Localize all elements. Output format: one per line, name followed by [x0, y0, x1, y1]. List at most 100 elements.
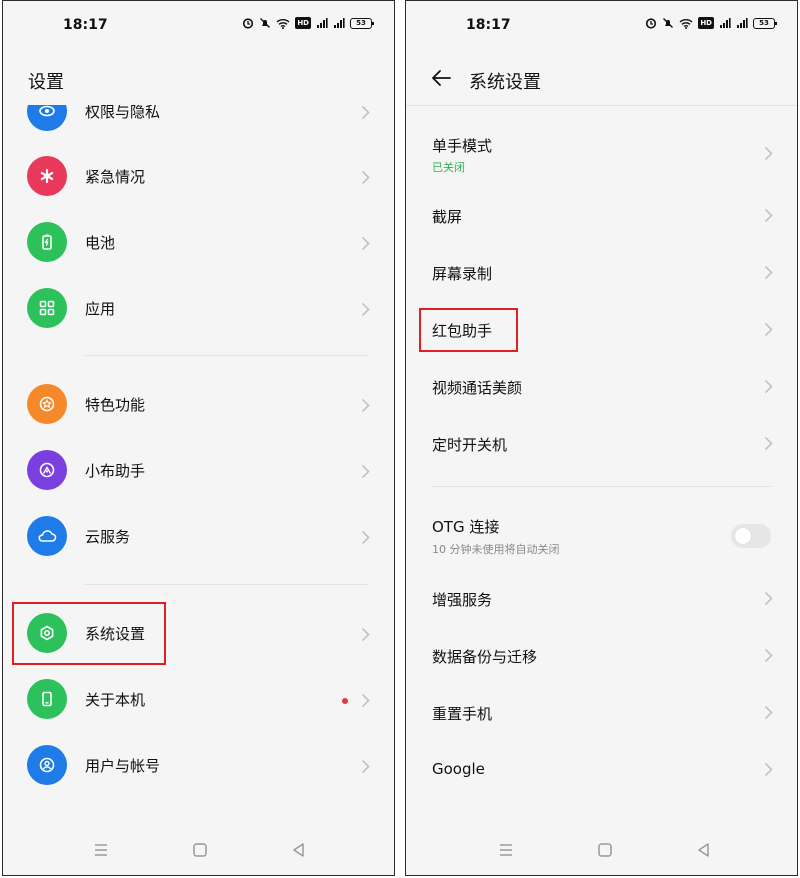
- list-item-cloud[interactable]: 云服务: [3, 504, 394, 570]
- chevron-right-icon: [361, 759, 370, 774]
- status-icons: HD 53: [242, 17, 374, 29]
- page-title: 设置: [28, 72, 64, 93]
- alarm-icon: [645, 17, 657, 29]
- list-item-label: 电池: [85, 234, 116, 252]
- list-item-assistant[interactable]: 小布助手: [3, 438, 394, 504]
- list-item-label: 重置手机: [432, 705, 493, 723]
- chevron-right-icon: [764, 762, 773, 777]
- chevron-right-icon: [764, 648, 773, 663]
- battery-indicator: 53: [350, 17, 374, 29]
- signal-5g-icon: [316, 17, 328, 29]
- status-text: 10 分钟未使用将自动关闭: [432, 543, 560, 556]
- list-item-one-hand-mode[interactable]: 单手模式 已关闭: [406, 125, 797, 183]
- battery-indicator: 53: [753, 17, 777, 29]
- chevron-right-icon: [764, 208, 773, 223]
- list-item-label: 云服务: [85, 528, 131, 546]
- apps-icon: [27, 288, 67, 328]
- status-time: 18:17: [466, 17, 511, 33]
- list-item-scheduled-power[interactable]: 定时开关机: [406, 415, 797, 472]
- cloud-icon: [27, 516, 67, 556]
- status-time: 18:17: [63, 17, 108, 33]
- chevron-right-icon: [361, 693, 370, 708]
- otg-toggle[interactable]: [731, 524, 771, 548]
- navigation-bar: [406, 841, 797, 861]
- list-item-battery[interactable]: 电池: [3, 210, 394, 276]
- list-item-label: 关于本机: [85, 691, 146, 709]
- chevron-right-icon: [764, 146, 773, 161]
- highlight-box: [12, 602, 166, 665]
- list-item-screenshot[interactable]: 截屏: [406, 187, 797, 244]
- list-item-emergency[interactable]: 紧急情况: [3, 144, 394, 210]
- signal-5g-icon: [719, 17, 731, 29]
- chevron-right-icon: [361, 464, 370, 479]
- back-icon[interactable]: [290, 841, 308, 859]
- list-item-label: 权限与隐私: [85, 103, 161, 121]
- alarm-icon: [242, 17, 254, 29]
- section-divider: [85, 584, 368, 585]
- toggle-knob: [735, 528, 751, 544]
- list-item-label: 特色功能: [85, 396, 146, 414]
- signal-4g-icon: [736, 17, 748, 29]
- section-divider: [432, 486, 771, 487]
- phone-icon: [27, 679, 67, 719]
- list-item-label: Google: [432, 760, 485, 778]
- list-item-otg[interactable]: OTG 连接 10 分钟未使用将自动关闭: [406, 504, 797, 566]
- status-bar: 18:17 HD 53: [3, 1, 394, 51]
- wifi-icon: [276, 18, 290, 29]
- system-settings-screen: 18:17 HD 53 系统设置 单手模式 已关闭 截屏 屏幕录制 红包助手 视…: [405, 0, 798, 876]
- list-item-label: 小布助手: [85, 462, 146, 480]
- chevron-right-icon: [764, 379, 773, 394]
- status-text: 已关闭: [432, 161, 465, 174]
- star-icon: [27, 384, 67, 424]
- back-arrow-icon[interactable]: [430, 68, 452, 88]
- sos-icon: [27, 156, 67, 196]
- home-icon[interactable]: [596, 841, 614, 859]
- header-divider: [406, 105, 797, 106]
- chevron-right-icon: [764, 591, 773, 606]
- privacy-icon: [27, 105, 67, 131]
- list-item-apps[interactable]: 应用: [3, 276, 394, 342]
- wifi-icon: [679, 18, 693, 29]
- list-item-label: OTG 连接: [432, 518, 500, 536]
- section-divider: [85, 355, 368, 356]
- list-item-screen-record[interactable]: 屏幕录制: [406, 244, 797, 301]
- hd-badge: HD: [295, 17, 311, 29]
- menu-icon[interactable]: [497, 841, 515, 859]
- list-item-label: 屏幕录制: [432, 265, 493, 283]
- list-item-features[interactable]: 特色功能: [3, 372, 394, 438]
- home-icon[interactable]: [191, 841, 209, 859]
- list-item-accounts[interactable]: 用户与帐号: [3, 733, 394, 799]
- list-item-google[interactable]: Google: [406, 741, 797, 798]
- chevron-right-icon: [764, 436, 773, 451]
- chevron-right-icon: [361, 302, 370, 317]
- notification-dot: [342, 698, 348, 704]
- chevron-right-icon: [361, 627, 370, 642]
- back-icon[interactable]: [695, 841, 713, 859]
- menu-icon[interactable]: [92, 841, 110, 859]
- navigation-bar: [3, 841, 394, 861]
- chevron-right-icon: [764, 705, 773, 720]
- list-item-label: 视频通话美颜: [432, 379, 523, 397]
- chevron-right-icon: [764, 322, 773, 337]
- battery-icon: [27, 222, 67, 262]
- signal-4g-icon: [333, 17, 345, 29]
- list-item-label: 紧急情况: [85, 168, 146, 186]
- list-item-enhanced-services[interactable]: 增强服务: [406, 570, 797, 627]
- list-item-about-phone[interactable]: 关于本机: [3, 667, 394, 733]
- user-icon: [27, 745, 67, 785]
- chevron-right-icon: [361, 236, 370, 251]
- chevron-right-icon: [361, 170, 370, 185]
- list-item-label: 增强服务: [432, 591, 493, 609]
- list-item-label: 截屏: [432, 208, 463, 226]
- chevron-right-icon: [361, 105, 370, 120]
- list-item-reset-phone[interactable]: 重置手机: [406, 684, 797, 741]
- list-item-label: 单手模式: [432, 137, 493, 155]
- list-item-backup-migrate[interactable]: 数据备份与迁移: [406, 627, 797, 684]
- assistant-icon: [27, 450, 67, 490]
- list-item-label: 用户与帐号: [85, 757, 161, 775]
- list-item-label: 应用: [85, 300, 116, 318]
- list-item-video-call-beauty[interactable]: 视频通话美颜: [406, 358, 797, 415]
- status-icons: HD 53: [645, 17, 777, 29]
- mute-icon: [259, 17, 271, 29]
- mute-icon: [662, 17, 674, 29]
